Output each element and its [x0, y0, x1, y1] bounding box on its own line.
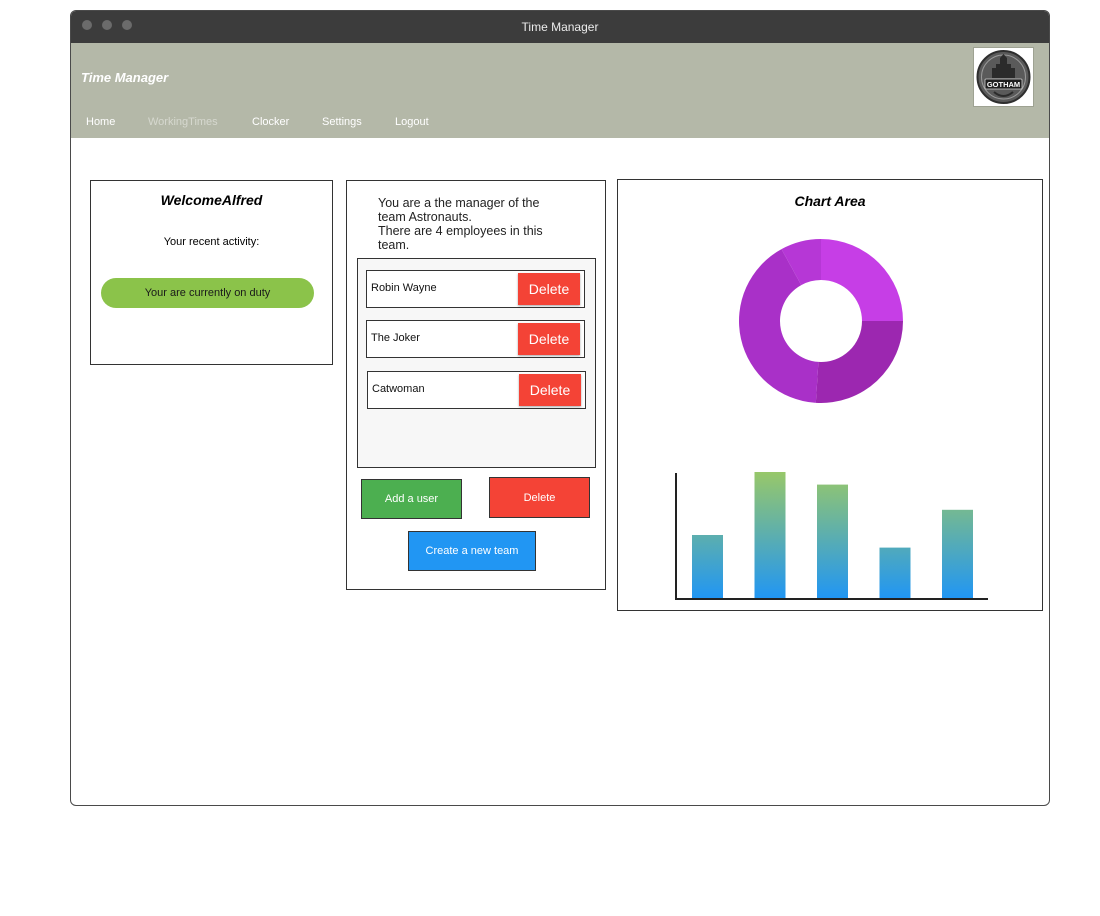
delete-member-button[interactable]: Delete	[519, 374, 581, 406]
chart-area-title: Chart Area	[794, 193, 866, 209]
gotham-logo-icon: GOTHAM	[976, 50, 1031, 104]
team-summary: You are a the manager of the team Astron…	[378, 196, 558, 252]
nav-logout[interactable]: Logout	[395, 116, 429, 128]
donut-slice	[815, 321, 903, 403]
window-titlebar: Time Manager	[71, 11, 1049, 43]
nav-clocker[interactable]: Clocker	[252, 116, 289, 128]
bar	[754, 472, 786, 598]
window-title: Time Manager	[521, 20, 599, 34]
welcome-panel: WelcomeAlfred Your recent activity: Your…	[90, 180, 333, 365]
app-header: Time Manager GOTHAM Home WorkingTimes Cl…	[71, 43, 1049, 138]
bar	[817, 484, 848, 598]
bar-chart	[675, 472, 988, 600]
bar	[942, 509, 973, 598]
delete-team-button[interactable]: Delete	[489, 477, 590, 518]
member-name: Robin Wayne	[371, 282, 437, 294]
nav-home[interactable]: Home	[86, 116, 115, 128]
nav-workingtimes[interactable]: WorkingTimes	[148, 116, 218, 128]
create-team-button[interactable]: Create a new team	[408, 531, 536, 571]
member-row: Catwoman Delete	[367, 371, 586, 409]
member-row: The Joker Delete	[366, 320, 585, 358]
duty-status-badge: Your are currently on duty	[101, 278, 314, 308]
delete-member-button[interactable]: Delete	[518, 323, 580, 355]
member-name: Catwoman	[372, 383, 425, 395]
gotham-logo: GOTHAM	[973, 47, 1034, 107]
chart-panel: Chart Area	[617, 179, 1043, 611]
recent-activity-label: Your recent activity:	[163, 236, 260, 248]
app-window: Time Manager Time Manager GOTHAM Home Wo…	[70, 10, 1050, 806]
nav-settings[interactable]: Settings	[322, 116, 362, 128]
donut-chart	[739, 239, 903, 403]
logo-text: GOTHAM	[987, 80, 1020, 89]
donut-slice	[821, 239, 903, 321]
member-list: Robin Wayne Delete The Joker Delete Catw…	[357, 258, 596, 468]
member-row: Robin Wayne Delete	[366, 270, 585, 308]
bar	[692, 535, 723, 598]
app-title: Time Manager	[81, 70, 169, 85]
bar	[879, 547, 911, 598]
team-panel: You are a the manager of the team Astron…	[346, 180, 606, 590]
add-user-button[interactable]: Add a user	[361, 479, 462, 519]
member-name: The Joker	[371, 332, 420, 344]
team-count-text: There are 4 employees in this team.	[378, 224, 543, 252]
team-manager-text: You are a the manager of the team Astron…	[378, 196, 540, 224]
delete-member-button[interactable]: Delete	[518, 273, 580, 305]
welcome-title: WelcomeAlfred	[160, 192, 263, 208]
